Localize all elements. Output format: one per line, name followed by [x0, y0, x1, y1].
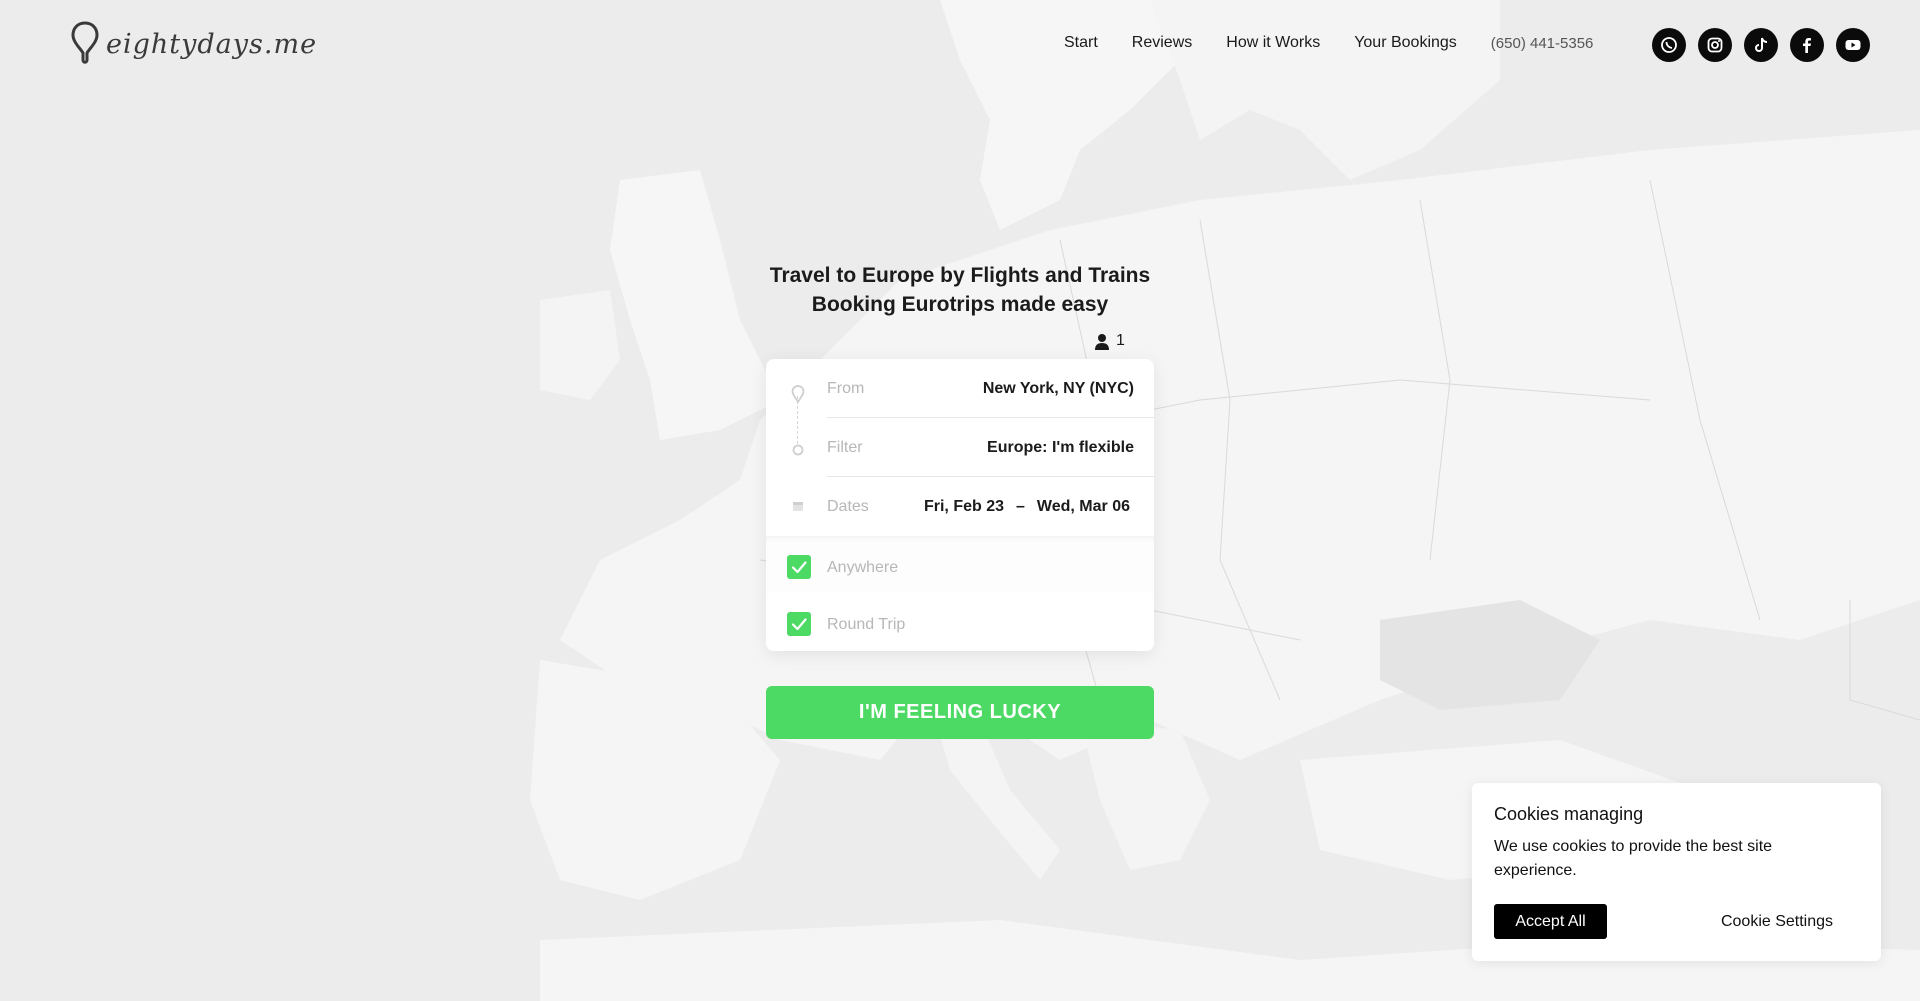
- cookie-title: Cookies managing: [1494, 804, 1644, 824]
- round-trip-checkbox[interactable]: [787, 612, 811, 636]
- youtube-icon[interactable]: [1836, 28, 1870, 62]
- passenger-selector[interactable]: 1: [1094, 332, 1125, 350]
- instagram-icon[interactable]: [1698, 28, 1732, 62]
- logo-link[interactable]: eightydays.me: [70, 20, 317, 66]
- filter-label: Filter: [827, 439, 863, 456]
- accept-all-button[interactable]: Accept All: [1494, 904, 1607, 939]
- cookie-settings-button[interactable]: Cookie Settings: [1692, 904, 1862, 939]
- nav-start[interactable]: Start: [1064, 34, 1098, 52]
- whatsapp-icon[interactable]: [1652, 28, 1686, 62]
- checkmark-icon: [791, 561, 807, 574]
- from-value: New York, NY (NYC): [982, 380, 1134, 397]
- tiktok-icon[interactable]: [1744, 28, 1778, 62]
- filter-field[interactable]: Filter Europe: I'm flexible: [766, 418, 1154, 477]
- round-trip-option[interactable]: Round Trip: [766, 593, 1154, 651]
- checkmark-icon: [791, 618, 807, 631]
- person-icon: [1095, 333, 1109, 350]
- start-date[interactable]: Fri, Feb 23: [924, 498, 1004, 515]
- feeling-lucky-button[interactable]: I'M FEELING LUCKY: [766, 686, 1154, 739]
- passenger-count: 1: [1116, 332, 1125, 349]
- from-field[interactable]: From New York, NY (NYC): [766, 359, 1154, 418]
- dates-label: Dates: [827, 498, 869, 515]
- round-trip-label: Round Trip: [827, 616, 906, 633]
- cookie-banner: Cookies managing We use cookies to provi…: [1472, 783, 1881, 961]
- phone-link[interactable]: (650) 441-5356: [1491, 35, 1594, 52]
- main-nav: Start Reviews How it Works Your Bookings…: [1064, 34, 1593, 52]
- search-card: From New York, NY (NYC) Filter Europe: I…: [766, 359, 1154, 651]
- anywhere-checkbox[interactable]: [787, 555, 811, 579]
- end-date[interactable]: Wed, Mar 06: [1037, 498, 1130, 515]
- site-header: eightydays.me Start Reviews How it Works…: [0, 0, 1920, 92]
- from-label: From: [827, 380, 865, 397]
- cookie-text: We use cookies to provide the best site …: [1494, 838, 1773, 879]
- nav-reviews[interactable]: Reviews: [1132, 34, 1192, 52]
- hero-subtitle: Booking Eurotrips made easy: [811, 293, 1109, 316]
- anywhere-label: Anywhere: [827, 559, 899, 576]
- nav-your-bookings[interactable]: Your Bookings: [1354, 34, 1457, 52]
- brand-name: eightydays.me: [106, 28, 318, 60]
- dates-value: Fri, Feb 23– Wed, Mar 06: [924, 498, 1130, 516]
- hero-title: Travel to Europe by Flights and Trains: [769, 264, 1151, 287]
- filter-value: Europe: I'm flexible: [987, 439, 1134, 456]
- facebook-icon[interactable]: [1790, 28, 1824, 62]
- social-links: [1652, 28, 1882, 62]
- date-separator: –: [1016, 498, 1025, 515]
- dates-field[interactable]: Dates Fri, Feb 23– Wed, Mar 06: [766, 477, 1154, 536]
- anywhere-option[interactable]: Anywhere: [766, 536, 1154, 594]
- nav-how-it-works[interactable]: How it Works: [1226, 34, 1320, 52]
- location-pin-icon: [71, 21, 99, 64]
